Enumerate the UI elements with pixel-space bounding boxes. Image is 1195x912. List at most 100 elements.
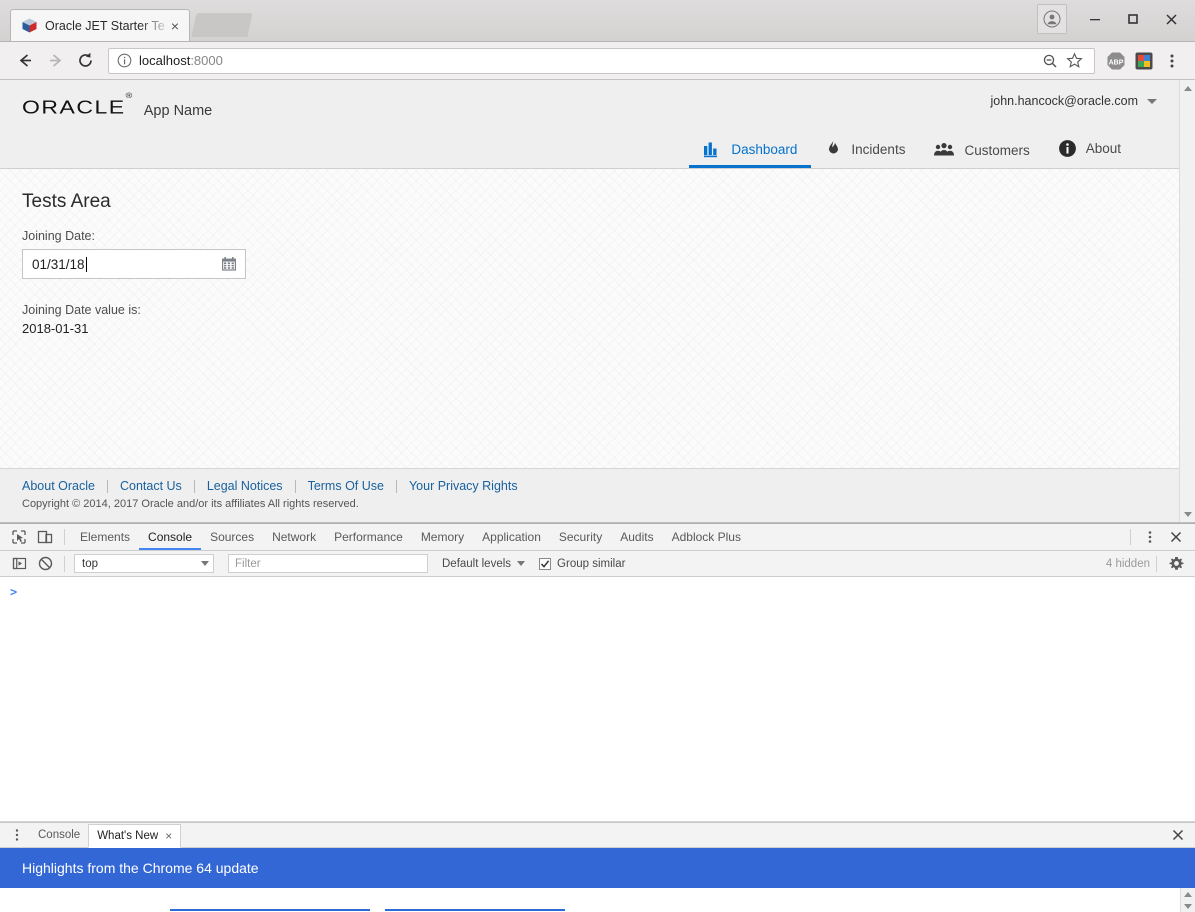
inspect-element-icon[interactable]: [6, 525, 32, 549]
drawer-tab-whats-new[interactable]: What's New ×: [88, 823, 182, 848]
tab-close-icon[interactable]: ×: [167, 18, 183, 34]
oracle-jet-app: ORACLE® App Name john.hancock@oracle.com: [0, 80, 1179, 522]
profile-button[interactable]: [1037, 4, 1067, 34]
nav-tab-incidents[interactable]: Incidents: [811, 134, 919, 168]
toolbar-divider: [64, 529, 65, 545]
url-port: :8000: [190, 53, 223, 68]
joining-date-label: Joining Date:: [22, 229, 95, 243]
oracle-jet-favicon-icon: [21, 17, 38, 34]
user-email-label: john.hancock@oracle.com: [990, 94, 1139, 108]
scroll-down-arrow-icon[interactable]: [1180, 506, 1195, 522]
nav-tab-incidents-label: Incidents: [851, 141, 906, 157]
drawer-scrollbar[interactable]: [1180, 888, 1195, 912]
chevron-down-icon: [1147, 98, 1157, 104]
app-footer: About Oracle Contact Us Legal Notices Te…: [0, 468, 1179, 522]
page-viewport: ORACLE® App Name john.hancock@oracle.com: [0, 80, 1195, 523]
nav-tab-customers[interactable]: Customers: [919, 136, 1043, 168]
execution-context-select[interactable]: top: [74, 554, 214, 573]
filterbar-divider: [64, 555, 65, 572]
whats-new-link-partial[interactable]: [170, 909, 370, 911]
log-levels-dropdown[interactable]: Default levels: [442, 557, 526, 570]
clear-console-icon[interactable]: [32, 552, 58, 576]
footer-link-privacy-rights[interactable]: Your Privacy Rights: [397, 479, 530, 493]
main-content: Tests Area Joining Date: 01/31/18 Joinin…: [0, 169, 1179, 468]
address-bar[interactable]: localhost:8000: [108, 47, 1095, 74]
devtools-tab-adblock-plus[interactable]: Adblock Plus: [663, 525, 750, 550]
url-host: localhost: [139, 53, 191, 68]
devtools-tab-audits[interactable]: Audits: [611, 525, 662, 550]
page-info-icon[interactable]: [117, 53, 132, 68]
devtools-tab-elements[interactable]: Elements: [71, 525, 139, 550]
maximize-button[interactable]: [1115, 4, 1151, 34]
whats-new-content: [0, 888, 1195, 912]
nav-tab-dashboard-label: Dashboard: [731, 142, 798, 157]
devtools-tab-application[interactable]: Application: [473, 525, 550, 550]
group-similar-checkbox[interactable]: [539, 557, 552, 570]
drawer-scroll-up-icon[interactable]: [1181, 888, 1195, 900]
devtools-tab-security[interactable]: Security: [550, 525, 611, 550]
gear-icon[interactable]: [1163, 552, 1189, 576]
footer-link-legal-notices[interactable]: Legal Notices: [195, 479, 295, 493]
whats-new-link-partial[interactable]: [385, 909, 565, 911]
reload-button[interactable]: [70, 47, 100, 75]
page-scrollbar[interactable]: [1179, 80, 1195, 522]
devtools-tabbar: Elements Console Sources Network Perform…: [0, 524, 1195, 551]
browser-menu-icon[interactable]: [1159, 48, 1185, 74]
new-tab-button[interactable]: [191, 13, 253, 37]
console-filterbar: top Filter Default levels Group similar …: [0, 551, 1195, 577]
info-icon: [1058, 139, 1077, 158]
device-toolbar-icon[interactable]: [32, 525, 58, 549]
drawer-close-icon[interactable]: [1165, 823, 1191, 847]
devtools-tab-performance[interactable]: Performance: [325, 525, 412, 550]
minimize-button[interactable]: [1077, 4, 1113, 34]
adblock-plus-icon[interactable]: ABP: [1103, 48, 1129, 74]
group-similar-label[interactable]: Group similar: [557, 558, 625, 570]
joining-date-input[interactable]: 01/31/18: [22, 249, 246, 279]
devtools-tab-network[interactable]: Network: [263, 525, 325, 550]
browser-window: Oracle JET Starter Te × localhost:8000 A…: [0, 0, 1195, 912]
browser-tab[interactable]: Oracle JET Starter Te ×: [10, 9, 190, 41]
scroll-up-arrow-icon[interactable]: [1180, 80, 1195, 96]
close-window-button[interactable]: [1153, 4, 1189, 34]
extension-icon[interactable]: [1131, 48, 1157, 74]
page-title: Tests Area: [22, 191, 111, 212]
nav-tab-dashboard[interactable]: Dashboard: [689, 135, 812, 168]
console-filter-input[interactable]: Filter: [228, 554, 428, 573]
drawer-tab-console[interactable]: Console: [30, 823, 88, 847]
devtools-tab-memory[interactable]: Memory: [412, 525, 473, 550]
drawer-tab-console-label: Console: [38, 829, 81, 841]
devtools-close-icon[interactable]: [1163, 525, 1189, 549]
devtools-menu-icon[interactable]: [1137, 525, 1163, 549]
people-icon: [933, 142, 955, 158]
app-nav-tabs: Dashboard Incidents Customers About: [22, 133, 1157, 168]
devtools-tab-sources[interactable]: Sources: [201, 525, 263, 550]
console-sidebar-icon[interactable]: [6, 552, 32, 576]
drawer-menu-icon[interactable]: [4, 823, 30, 847]
result-value: 2018-01-31: [22, 321, 89, 336]
text-caret: [85, 256, 87, 272]
browser-tab-title: Oracle JET Starter Te: [45, 18, 165, 33]
footer-link-contact-us[interactable]: Contact Us: [108, 479, 194, 493]
back-button[interactable]: [10, 47, 40, 75]
footer-link-about-oracle[interactable]: About Oracle: [22, 479, 107, 493]
bookmark-star-icon[interactable]: [1062, 49, 1086, 73]
calendar-icon[interactable]: [217, 252, 241, 276]
user-menu[interactable]: john.hancock@oracle.com: [990, 94, 1157, 108]
drawer-tab-close-icon[interactable]: ×: [165, 829, 172, 843]
browser-titlebar: Oracle JET Starter Te ×: [0, 0, 1195, 42]
console-input-line[interactable]: >: [0, 583, 1195, 601]
footer-link-terms-of-use[interactable]: Terms Of Use: [296, 479, 396, 493]
brand-row: ORACLE® App Name: [22, 91, 1157, 121]
console-output[interactable]: >: [0, 577, 1195, 822]
devtools-tab-console[interactable]: Console: [139, 525, 202, 550]
filterbar-divider: [1156, 555, 1157, 572]
zoom-out-icon[interactable]: [1038, 49, 1062, 73]
drawer-scroll-down-icon[interactable]: [1181, 900, 1195, 912]
drawer-tabbar: Console What's New ×: [0, 823, 1195, 848]
nav-tab-about[interactable]: About: [1044, 133, 1135, 168]
oracle-logo: ORACLE®: [22, 91, 134, 118]
log-levels-label: Default levels: [442, 557, 512, 570]
chevron-down-icon: [517, 561, 526, 566]
console-prompt-arrow: >: [10, 585, 18, 599]
joining-date-value: 01/31/18: [32, 256, 87, 272]
